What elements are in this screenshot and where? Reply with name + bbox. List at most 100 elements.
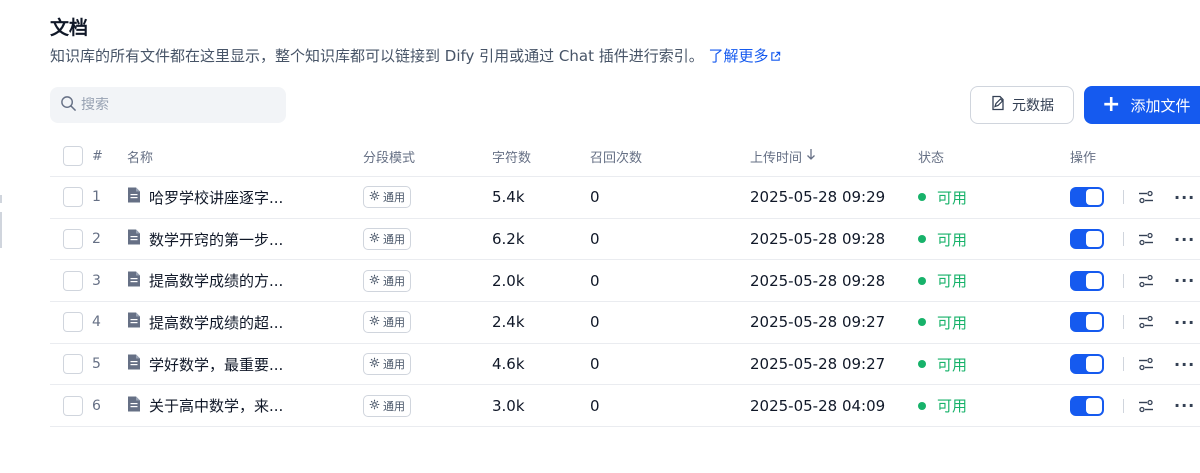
row-checkbox[interactable]: [63, 354, 83, 375]
ops-cell: ···: [1070, 260, 1195, 301]
table-row[interactable]: 6 关于高中数学，来... 通用 3.0k 0 2025-05-28 04:09…: [50, 385, 1200, 428]
header-ops: 操作: [1070, 150, 1097, 166]
document-name-cell[interactable]: 哈罗学校讲座逐字...: [127, 177, 283, 218]
status-dot: [918, 193, 926, 202]
status-label: 可用: [937, 313, 968, 332]
document-name: 提高数学成绩的超...: [149, 313, 284, 332]
gear-icon: [369, 190, 383, 204]
status-dot: [918, 276, 926, 285]
enable-toggle[interactable]: [1070, 229, 1104, 250]
recall-count: 0: [590, 230, 600, 249]
enable-toggle[interactable]: [1070, 395, 1104, 416]
row-checkbox-cell: [63, 177, 83, 218]
ops-cell: ···: [1070, 219, 1195, 260]
document-name-cell[interactable]: 学好数学，最重要...: [127, 344, 283, 385]
mode-badge: 通用: [363, 311, 411, 334]
document-icon: [127, 312, 141, 332]
header-upload-time[interactable]: 上传时间: [750, 136, 816, 176]
header-upload-time-label: 上传时间: [750, 150, 803, 166]
status-badge: 可用: [918, 354, 967, 375]
ops-cell: ···: [1070, 344, 1195, 385]
table-row[interactable]: 2 数学开窍的第一步... 通用 6.2k 0 2025-05-28 09:28…: [50, 219, 1200, 261]
table-row[interactable]: 1 哈罗学校讲座逐字... 通用 5.4k 0 2025-05-28 09:29…: [50, 177, 1200, 219]
ops-divider: [1123, 190, 1124, 205]
ops-cell: ···: [1070, 177, 1195, 218]
row-checkbox-cell: [63, 260, 83, 301]
sliders-icon[interactable]: [1138, 315, 1154, 329]
header-mode: 分段模式: [363, 150, 416, 166]
add-file-button[interactable]: + 添加文件: [1084, 86, 1200, 124]
upload-time: 2025-05-28 09:27: [750, 313, 886, 332]
upload-time: 2025-05-28 09:28: [750, 271, 886, 290]
enable-toggle[interactable]: [1070, 354, 1104, 375]
more-horizontal-icon[interactable]: ···: [1174, 396, 1195, 415]
toggle-knob: [1086, 189, 1102, 206]
ops-divider: [1123, 232, 1124, 247]
recall-count: 0: [590, 355, 600, 374]
recall-count: 0: [590, 313, 600, 332]
document-name-cell[interactable]: 关于高中数学，来...: [127, 385, 283, 426]
mode-label: 通用: [383, 399, 405, 413]
status-label: 可用: [937, 355, 968, 374]
header-chars: 字符数: [492, 150, 532, 166]
document-name-cell[interactable]: 提高数学成绩的超...: [127, 302, 283, 343]
ops-divider: [1123, 273, 1124, 288]
table-body: 1 哈罗学校讲座逐字... 通用 5.4k 0 2025-05-28 09:29…: [50, 177, 1200, 428]
mode-label: 通用: [383, 274, 405, 288]
toggle-knob: [1086, 356, 1102, 373]
mode-badge: 通用: [363, 269, 411, 292]
row-number: 2: [92, 231, 101, 248]
search-box[interactable]: [50, 87, 286, 123]
metadata-button[interactable]: 元数据: [970, 86, 1074, 124]
enable-toggle[interactable]: [1070, 270, 1104, 291]
row-number: 6: [92, 397, 101, 414]
sliders-icon[interactable]: [1138, 274, 1154, 288]
upload-time: 2025-05-28 04:09: [750, 396, 886, 415]
mode-label: 通用: [383, 358, 405, 372]
learn-more-link[interactable]: 了解更多: [709, 47, 781, 65]
table-row[interactable]: 4 提高数学成绩的超... 通用 2.4k 0 2025-05-28 09:27…: [50, 302, 1200, 344]
recall-count: 0: [590, 188, 600, 207]
status-dot: [918, 360, 926, 369]
sliders-icon[interactable]: [1138, 190, 1154, 204]
more-horizontal-icon[interactable]: ···: [1174, 355, 1195, 374]
documents-table: # 名称 分段模式 字符数 召回次数 上传时间 状态 操作 1 哈罗学校讲座逐字…: [50, 136, 1200, 428]
sliders-icon[interactable]: [1138, 232, 1154, 246]
table-row[interactable]: 5 学好数学，最重要... 通用 4.6k 0 2025-05-28 09:27…: [50, 344, 1200, 386]
gear-icon: [369, 357, 383, 371]
left-panel-edge: [0, 0, 4, 473]
ops-cell: ···: [1070, 302, 1195, 343]
row-checkbox[interactable]: [63, 395, 83, 416]
document-name-cell[interactable]: 数学开窍的第一步...: [127, 219, 283, 260]
search-input[interactable]: [81, 97, 271, 113]
upload-time: 2025-05-28 09:29: [750, 188, 886, 207]
row-checkbox[interactable]: [63, 270, 83, 291]
sliders-icon[interactable]: [1138, 399, 1154, 413]
gear-icon: [369, 274, 383, 288]
select-all-checkbox[interactable]: [63, 146, 83, 166]
row-checkbox[interactable]: [63, 229, 83, 250]
table-row[interactable]: 3 提高数学成绩的方... 通用 2.0k 0 2025-05-28 09:28…: [50, 260, 1200, 303]
row-checkbox-cell: [63, 344, 83, 385]
status-cell: 可用: [918, 177, 967, 218]
mode-label: 通用: [383, 233, 405, 247]
metadata-button-label: 元数据: [1012, 98, 1054, 114]
header-num: #: [92, 148, 103, 164]
more-horizontal-icon[interactable]: ···: [1174, 271, 1195, 290]
sliders-icon[interactable]: [1138, 357, 1154, 371]
status-cell: 可用: [918, 302, 967, 343]
char-count: 3.0k: [492, 396, 525, 415]
enable-toggle[interactable]: [1070, 312, 1104, 333]
document-name-cell[interactable]: 提高数学成绩的方...: [127, 260, 283, 301]
more-horizontal-icon[interactable]: ···: [1174, 230, 1195, 249]
mode-cell: 通用: [363, 260, 411, 301]
document-name: 数学开窍的第一步...: [149, 230, 284, 249]
row-checkbox[interactable]: [63, 187, 83, 208]
row-checkbox[interactable]: [63, 312, 83, 333]
enable-toggle[interactable]: [1070, 187, 1104, 208]
more-horizontal-icon[interactable]: ···: [1174, 188, 1195, 207]
more-horizontal-icon[interactable]: ···: [1174, 313, 1195, 332]
char-count: 6.2k: [492, 230, 525, 249]
header-status: 状态: [918, 150, 945, 166]
search-icon: [60, 95, 77, 116]
